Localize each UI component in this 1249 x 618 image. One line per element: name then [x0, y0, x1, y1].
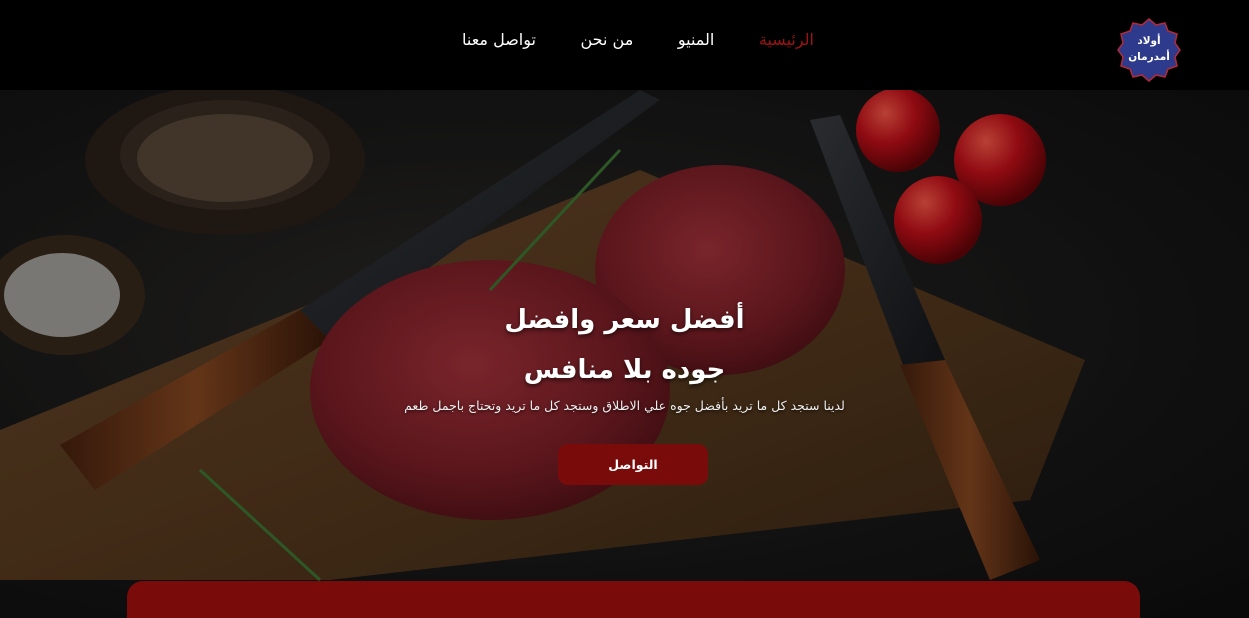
logo-line-2: أمدرمان	[1128, 51, 1170, 63]
nav-link-contact[interactable]: تواصل معنا	[462, 30, 536, 49]
nav-link-about[interactable]: من نحن	[581, 30, 634, 49]
hero-title-line-1: أفضل سعر وافضل	[504, 305, 745, 335]
hero-section: أفضل سعر وافضل جوده بلا منافس لدينا ستجد…	[0, 90, 1249, 618]
bottom-feature-bar	[127, 581, 1140, 618]
hero-title-line-2: جوده بلا منافس	[523, 355, 726, 385]
brand-logo[interactable]: أولاد أمدرمان	[1116, 17, 1182, 83]
logo-line-1: أولاد	[1137, 35, 1161, 47]
nav-link-menu[interactable]: المنيو	[678, 30, 715, 49]
hero-subtitle: لدينا ستجد كل ما تريد بأفضل جوه علي الاط…	[404, 398, 845, 413]
contact-cta-button[interactable]: التواصل	[558, 444, 708, 485]
nav-link-home[interactable]: الرئيسية	[759, 30, 814, 49]
main-nav: الرئيسية المنيو من نحن تواصل معنا	[462, 26, 814, 52]
logo-text: أولاد أمدرمان	[1116, 33, 1182, 65]
site-header: الرئيسية المنيو من نحن تواصل معنا أولاد …	[0, 0, 1249, 90]
